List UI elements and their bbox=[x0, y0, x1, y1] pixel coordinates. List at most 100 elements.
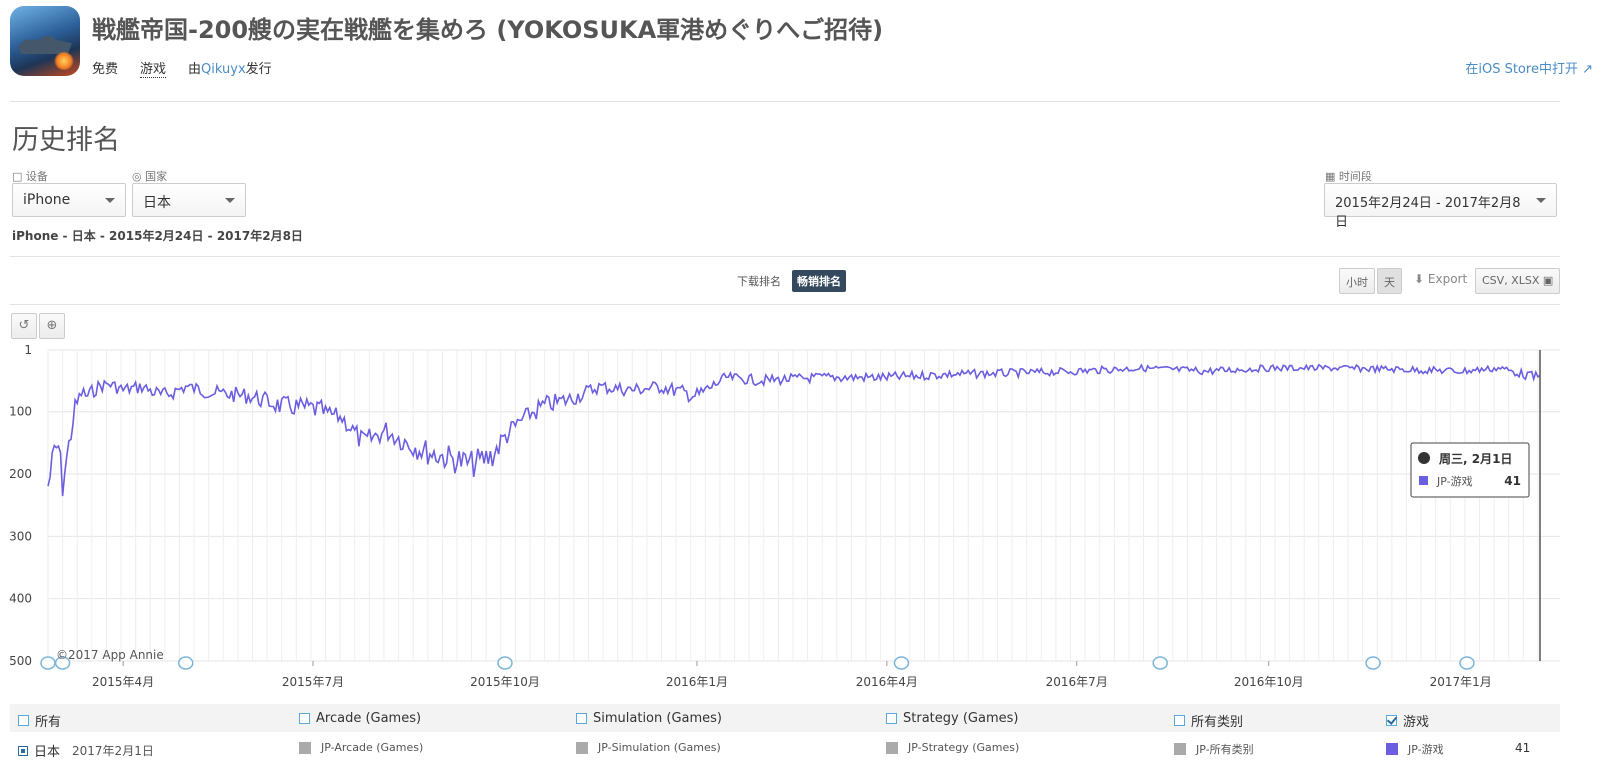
event-marker-icon bbox=[1459, 656, 1475, 670]
day-button[interactable]: 天 bbox=[1377, 268, 1402, 294]
legend-series-label: JP-Strategy (Games) bbox=[908, 741, 1020, 754]
app-title: 戦艦帝国-200艘の実在戦艦を集めろ (YOKOSUKA軍港めぐりへご招待) bbox=[92, 16, 884, 44]
event-marker-icon bbox=[177, 656, 194, 670]
export-label: Export bbox=[1427, 272, 1468, 286]
country-select-value: 日本 bbox=[143, 195, 171, 211]
undo-icon: ↺ bbox=[18, 318, 30, 333]
legend-category[interactable]: 所有 bbox=[18, 711, 61, 730]
chart-credit: ©2017 App Annie bbox=[56, 648, 164, 662]
radio-button[interactable] bbox=[18, 745, 28, 756]
tooltip-value: 41 bbox=[1504, 474, 1521, 488]
legend-swatch bbox=[1174, 743, 1186, 755]
x-tick-label: 2016年4月 bbox=[856, 675, 918, 689]
chart-subtitle: iPhone - 日本 - 2015年2月24日 - 2017年2月8日 bbox=[12, 229, 303, 243]
legend-series-label: JP-Simulation (Games) bbox=[598, 741, 721, 754]
period-select[interactable]: 2015年2月24日 - 2017年2月8日 bbox=[1324, 183, 1557, 230]
country-label: ◎ 国家 bbox=[132, 168, 167, 184]
app-publisher: 由Qikuyx发行 bbox=[188, 58, 272, 78]
open-in-store-link[interactable]: 在iOS Store中打开 ↗ bbox=[1465, 58, 1593, 77]
legend-series: JP-游戏 bbox=[1386, 741, 1444, 757]
tooltip-swatch bbox=[1419, 476, 1428, 485]
chevron-down-icon bbox=[225, 198, 235, 203]
legend-category[interactable]: 所有类别 bbox=[1174, 711, 1243, 730]
legend-country-label: 日本 bbox=[34, 745, 61, 760]
period-label-text: 时间段 bbox=[1338, 170, 1372, 183]
lock-icon: ▣ bbox=[1542, 274, 1554, 287]
checkbox[interactable] bbox=[299, 713, 310, 724]
checkbox[interactable] bbox=[1386, 715, 1397, 726]
legend-country[interactable]: 日本 2017年2月1日 bbox=[18, 741, 154, 760]
legend-date: 2017年2月1日 bbox=[72, 744, 154, 758]
checkbox[interactable] bbox=[1174, 715, 1185, 726]
series-line-jp-games bbox=[47, 363, 1541, 497]
checkbox[interactable] bbox=[886, 713, 897, 724]
legend-swatch bbox=[1386, 743, 1398, 755]
checkbox[interactable] bbox=[576, 713, 587, 724]
device-select-value: iPhone bbox=[23, 192, 71, 208]
country-label-text: 国家 bbox=[145, 170, 168, 183]
legend-series: JP-Simulation (Games) bbox=[576, 741, 721, 754]
legend-series: JP-Strategy (Games) bbox=[886, 741, 1019, 754]
globe-icon bbox=[1418, 452, 1430, 464]
y-tick-label: 500 bbox=[9, 654, 32, 668]
divider bbox=[10, 101, 1560, 102]
period-label: ▦ 时间段 bbox=[1325, 168, 1372, 184]
globe-icon: ◎ bbox=[132, 170, 142, 183]
chevron-down-icon bbox=[1536, 198, 1546, 203]
legend-value: 41 bbox=[1515, 741, 1531, 755]
publisher-prefix: 由 bbox=[188, 62, 202, 77]
tab-download-rank[interactable]: 下载排名 bbox=[732, 270, 786, 292]
legend-table: 所有 Arcade (Games) Simulation (Games) Strate… bbox=[10, 704, 1560, 768]
x-tick-label: 2016年1月 bbox=[666, 675, 728, 689]
export-button[interactable]: ⬇ Export bbox=[1414, 272, 1467, 286]
legend-category[interactable]: Strategy (Games) bbox=[886, 711, 1018, 726]
legend-category-label: Arcade (Games) bbox=[316, 711, 422, 726]
legend-category-label: 所有 bbox=[35, 715, 62, 730]
device-label-text: 设备 bbox=[25, 170, 48, 183]
legend-category[interactable]: Simulation (Games) bbox=[576, 711, 722, 726]
legend-series-label: JP-游戏 bbox=[1408, 743, 1444, 756]
app-category[interactable]: 游戏 bbox=[140, 58, 167, 78]
y-tick-label: 200 bbox=[9, 467, 32, 481]
legend-series-label: JP-Arcade (Games) bbox=[321, 741, 424, 754]
zoom-button[interactable]: ⊕ bbox=[39, 313, 65, 339]
legend-category-label: 所有类别 bbox=[1191, 715, 1244, 730]
tooltip-date: 周三, 2月1日 bbox=[1439, 452, 1512, 466]
device-icon: □ bbox=[12, 170, 23, 183]
hour-button[interactable]: 小时 bbox=[1339, 268, 1375, 294]
y-tick-label: 1 bbox=[24, 343, 32, 357]
export-format-button[interactable]: CSV, XLSX ▣ bbox=[1475, 268, 1561, 294]
reset-zoom-button[interactable]: ↺ bbox=[11, 313, 37, 339]
legend-series: JP-Arcade (Games) bbox=[299, 741, 423, 754]
event-marker-icon bbox=[893, 656, 910, 670]
publisher-link[interactable]: Qikuyx bbox=[201, 62, 246, 77]
legend-series: JP-所有类别 bbox=[1174, 741, 1254, 757]
country-select[interactable]: 日本 bbox=[132, 183, 246, 217]
legend-category[interactable]: Arcade (Games) bbox=[299, 711, 421, 726]
tooltip-series: JP-游戏 bbox=[1436, 475, 1473, 488]
legend-category[interactable]: 游戏 bbox=[1386, 711, 1429, 730]
explosion-icon bbox=[54, 52, 74, 70]
event-marker-icon bbox=[40, 656, 56, 670]
y-tick-label: 100 bbox=[9, 405, 32, 419]
event-marker-icon bbox=[1365, 656, 1381, 670]
y-tick-label: 400 bbox=[9, 592, 32, 606]
legend-swatch bbox=[576, 741, 588, 754]
legend-category-label: 游戏 bbox=[1403, 715, 1430, 730]
checkbox[interactable] bbox=[18, 715, 29, 726]
chevron-down-icon bbox=[105, 198, 115, 203]
zoom-icon: ⊕ bbox=[46, 318, 58, 333]
x-tick-label: 2017年1月 bbox=[1430, 675, 1492, 689]
device-label: □ 设备 bbox=[12, 168, 48, 184]
divider bbox=[10, 304, 1560, 305]
y-tick-label: 300 bbox=[9, 529, 32, 543]
device-select[interactable]: iPhone bbox=[12, 183, 126, 217]
rank-history-chart[interactable]: 1 100 200 300 400 500 2015年4月 2015年7月 2015年10月 20… bbox=[0, 340, 1605, 695]
external-link-icon: ↗ bbox=[1582, 62, 1593, 77]
x-tick-label: 2016年10月 bbox=[1234, 675, 1304, 689]
store-link-label: 在iOS Store中打开 bbox=[1465, 62, 1578, 77]
tab-grossing-rank[interactable]: 畅销排名 bbox=[792, 270, 846, 292]
legend-header bbox=[10, 704, 1560, 732]
x-tick-label: 2016年7月 bbox=[1046, 675, 1108, 689]
legend-swatch bbox=[886, 741, 898, 754]
